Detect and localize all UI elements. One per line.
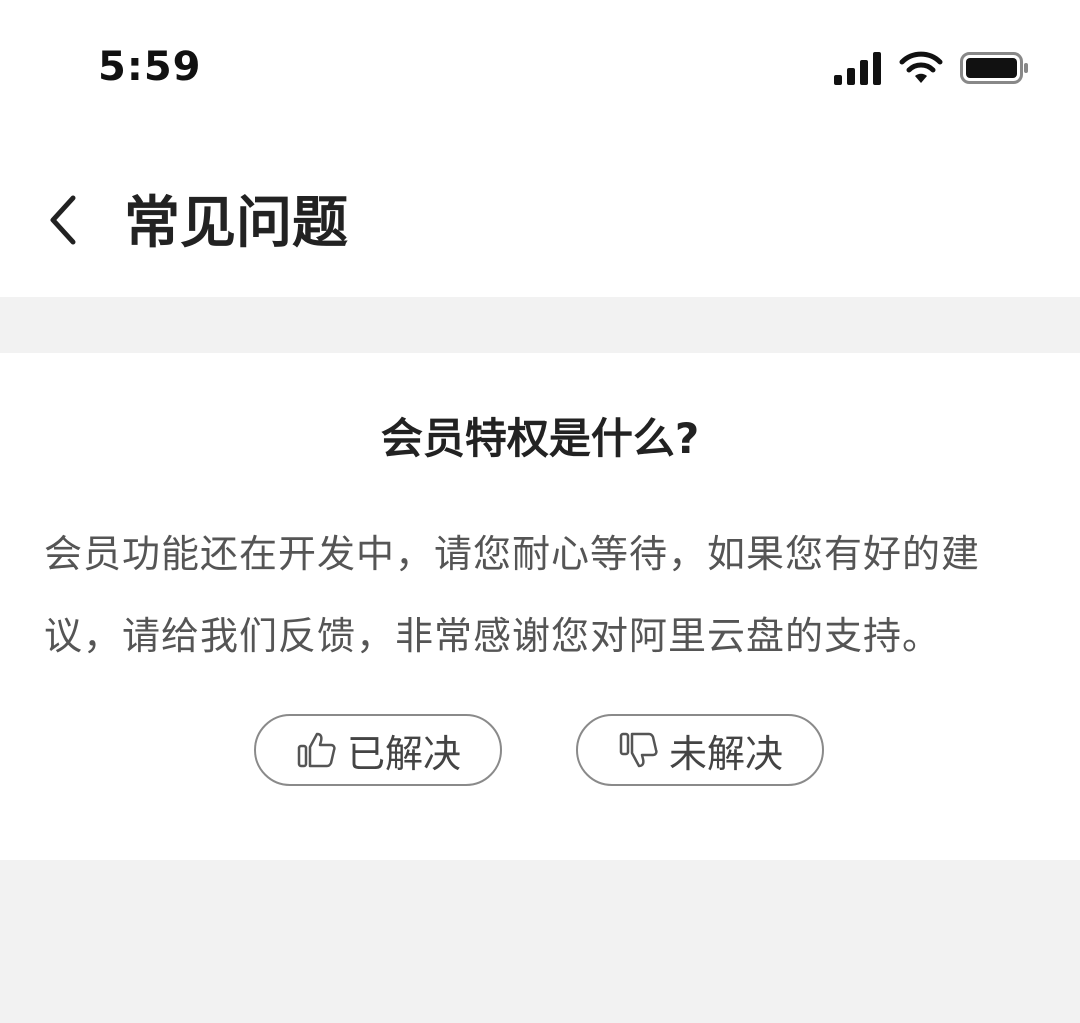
chevron-left-icon: [50, 195, 76, 245]
faq-answer: 会员功能还在开发中，请您耐心等待，如果您有好的建议，请给我们反馈，非常感谢您对阿…: [44, 532, 981, 658]
status-icons: [834, 48, 1030, 88]
status-time: 5:59: [98, 44, 202, 90]
faq-card: 会员特权是什么? 会员功能还在开发中，请您耐心等待，如果您有好的建议，请给我们反…: [0, 353, 1080, 860]
status-bar: 5:59: [0, 0, 1080, 140]
nav-bar: 常见问题: [0, 140, 1080, 297]
unresolved-button[interactable]: 未解决: [576, 714, 824, 786]
back-button[interactable]: [34, 190, 94, 250]
cellular-signal-icon: [834, 52, 881, 85]
resolved-button[interactable]: 已解决: [254, 714, 502, 786]
faq-question: 会员特权是什么?: [380, 414, 700, 463]
thumbs-down-icon: [617, 728, 661, 772]
unresolved-label: 未解决: [668, 731, 783, 776]
page-title: 常见问题: [124, 191, 348, 256]
battery-icon: [960, 52, 1028, 84]
thumbs-up-icon: [295, 728, 339, 772]
wifi-icon: [899, 51, 943, 83]
resolved-label: 已解决: [346, 731, 461, 776]
